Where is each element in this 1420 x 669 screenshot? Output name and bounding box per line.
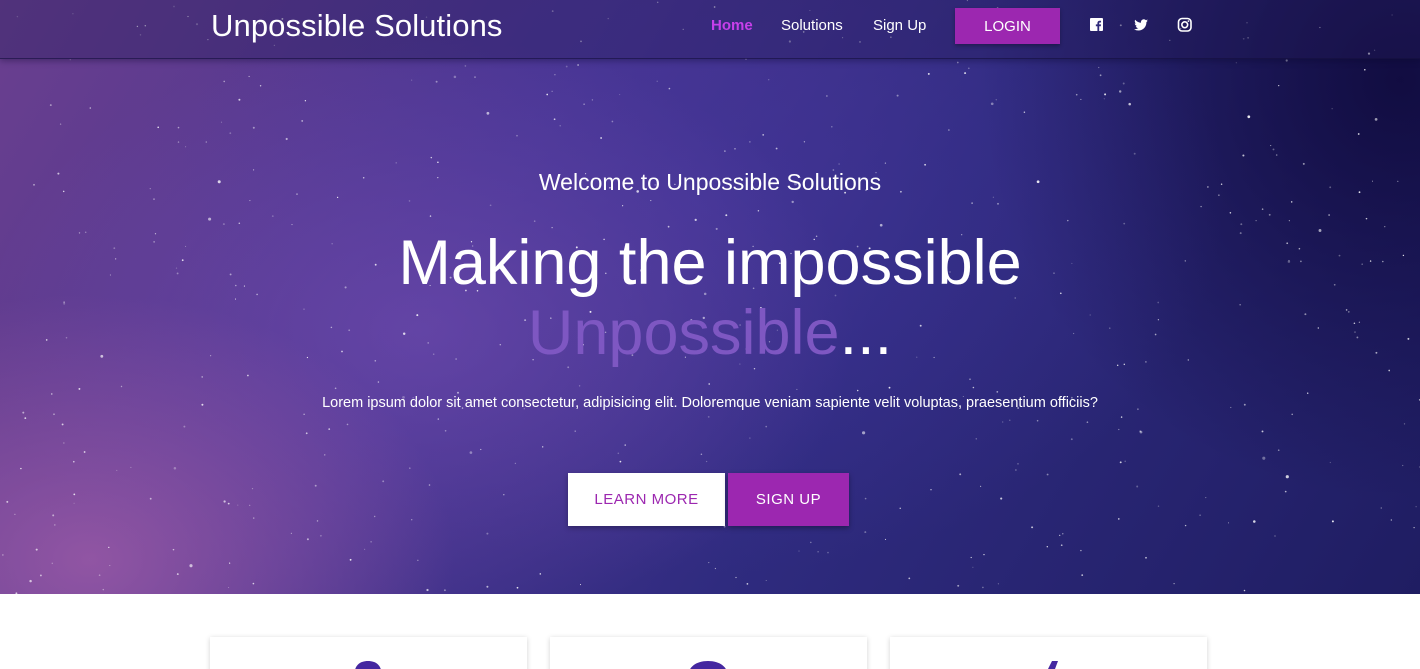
twitter-icon[interactable]	[1133, 17, 1149, 33]
learn-more-button[interactable]: LEARN MORE	[568, 473, 725, 526]
brand-logo[interactable]: Unpossible Solutions	[211, 8, 503, 44]
hero-lead-text: Lorem ipsum dolor sit amet consectetur, …	[322, 395, 1098, 411]
headline-line-1: Making the impossible	[398, 228, 1022, 298]
headline-accent-word: Unpossible	[527, 298, 840, 368]
hero-section: Unpossible Solutions Home Solutions Sign…	[0, 0, 1420, 594]
welcome-text: Welcome to Unpossible Solutions	[538, 169, 882, 195]
facebook-icon[interactable]	[1089, 17, 1105, 33]
feature-card-3[interactable]	[890, 637, 1207, 669]
headline-ellipsis: ...	[839, 298, 893, 368]
nav-home-link[interactable]: Home	[711, 17, 753, 34]
login-button[interactable]: LOGIN	[955, 8, 1060, 44]
feature-card-2[interactable]	[550, 637, 867, 669]
feature-icon	[690, 661, 726, 669]
feature-icon	[355, 661, 381, 669]
feature-card-1[interactable]	[210, 637, 527, 669]
nav-signup-link[interactable]: Sign Up	[873, 17, 926, 34]
top-navbar: Unpossible Solutions Home Solutions Sign…	[0, 0, 1420, 59]
instagram-icon[interactable]	[1177, 17, 1193, 33]
nav-solutions-link[interactable]: Solutions	[781, 17, 843, 34]
feature-icon	[1048, 661, 1058, 669]
hero-headline: Making the impossible Unpossible...	[0, 228, 1420, 368]
sign-up-button[interactable]: SIGN UP	[728, 473, 849, 526]
